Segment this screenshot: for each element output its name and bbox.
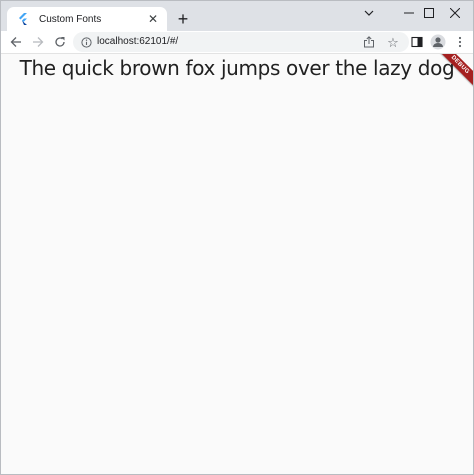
site-info-icon[interactable] bbox=[79, 35, 93, 49]
tab-strip: Custom Fonts ✕ + bbox=[1, 1, 473, 31]
tab-search-icon[interactable] bbox=[351, 1, 387, 25]
bookmark-star-icon[interactable]: ☆ bbox=[384, 33, 402, 51]
new-tab-button[interactable]: + bbox=[173, 9, 193, 29]
browser-toolbar: localhost:62101/#/ ☆ bbox=[1, 31, 473, 54]
url-text: localhost:62101/#/ bbox=[97, 36, 179, 47]
sample-text: The quick brown fox jumps over the lazy … bbox=[19, 56, 455, 80]
side-panel-icon[interactable] bbox=[408, 33, 426, 51]
page-viewport: The quick brown fox jumps over the lazy … bbox=[1, 54, 473, 474]
back-button[interactable] bbox=[7, 33, 25, 51]
menu-kebab-icon[interactable] bbox=[451, 33, 469, 51]
flutter-icon bbox=[15, 11, 31, 27]
profile-avatar-icon[interactable] bbox=[429, 33, 447, 51]
close-window-button[interactable] bbox=[437, 1, 473, 25]
browser-window: Custom Fonts ✕ + localhost:62101/#/ ☆ Th… bbox=[0, 0, 474, 475]
share-icon[interactable] bbox=[361, 34, 377, 50]
forward-button[interactable] bbox=[29, 33, 47, 51]
close-tab-icon[interactable]: ✕ bbox=[145, 11, 161, 27]
tab-custom-fonts[interactable]: Custom Fonts ✕ bbox=[7, 7, 167, 31]
address-bar[interactable]: localhost:62101/#/ ☆ bbox=[73, 32, 409, 52]
tab-title: Custom Fonts bbox=[39, 13, 102, 25]
reload-button[interactable] bbox=[51, 33, 69, 51]
